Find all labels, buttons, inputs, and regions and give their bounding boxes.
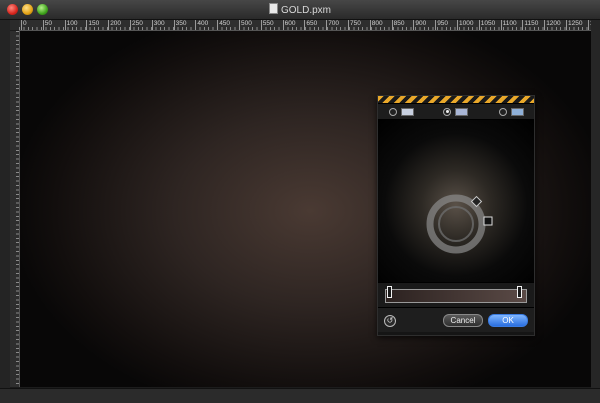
gradient-bar-area [378, 282, 534, 307]
ruler-label: 600 [282, 20, 295, 30]
ruler-label: 400 [195, 20, 208, 30]
ruler-label: 700 [326, 20, 339, 30]
ok-button[interactable]: OK [488, 314, 528, 327]
panel-footer: ↺ Cancel OK [378, 307, 534, 332]
ruler-label: 450 [217, 20, 230, 30]
gradient-stop-right[interactable] [517, 286, 522, 298]
window-title-wrap: GOLD.pxm [0, 3, 600, 17]
ruler-label: 1150 [522, 20, 538, 30]
gradient-mode-2[interactable] [443, 107, 468, 116]
mode-1-radio[interactable] [389, 107, 397, 116]
ruler-label: 1250 [566, 20, 582, 30]
ruler-label: 500 [239, 20, 252, 30]
ruler-label: 350 [173, 20, 186, 30]
ruler-label: 50 [42, 20, 52, 30]
bottom-status-bar [0, 388, 600, 403]
ruler-label: 200 [108, 20, 121, 30]
ruler-label: 250 [130, 20, 143, 30]
ruler-label: 0 [21, 20, 27, 30]
vertical-ruler [10, 31, 20, 387]
ruler-label: 750 [348, 20, 361, 30]
ruler-label: 850 [391, 20, 404, 30]
ruler-label: 950 [435, 20, 448, 30]
ruler-label: 1000 [457, 20, 473, 30]
gradient-editor-panel: ↺ Cancel OK [377, 95, 535, 336]
ruler-corner [10, 20, 19, 30]
cancel-button[interactable]: Cancel [443, 314, 483, 327]
mode-1-swatch [401, 107, 414, 116]
panel-drag-handle[interactable] [378, 96, 534, 104]
gradient-mode-selector [378, 104, 534, 120]
ruler-label: 100 [64, 20, 77, 30]
mode-3-swatch [511, 107, 524, 116]
ruler-label: 150 [86, 20, 99, 30]
horizontal-ruler: 0 50 100 150 200 250 300 350 400 450 500 550 600 650 7… [19, 20, 591, 31]
left-tool-strip [0, 20, 10, 388]
gradient-preview[interactable] [378, 120, 534, 282]
ruler-label: 800 [369, 20, 383, 30]
ruler-label: 650 [304, 20, 317, 30]
ruler-label: 1050 [478, 20, 495, 30]
right-scroll-strip[interactable] [591, 20, 600, 388]
radial-gradient-handle-graphic [426, 194, 493, 254]
ruler-label: 300 [151, 20, 165, 30]
gradient-bar[interactable] [385, 289, 527, 303]
ruler-label: 900 [413, 20, 426, 30]
gradient-stop-left[interactable] [387, 286, 392, 298]
rotate-left-icon[interactable]: ↺ [384, 315, 396, 327]
gradient-ring-inner [438, 206, 474, 242]
window-title: GOLD.pxm [280, 5, 331, 16]
gradient-mode-3[interactable] [499, 107, 524, 116]
document-icon [268, 3, 278, 14]
title-bar: GOLD.pxm [0, 0, 600, 20]
mode-3-radio[interactable] [499, 107, 507, 116]
gradient-ring-outer [426, 194, 486, 254]
mode-2-swatch [455, 107, 468, 116]
ruler-label: 1100 [500, 20, 517, 30]
mode-2-radio[interactable] [443, 107, 451, 116]
ruler-label: 550 [260, 20, 274, 30]
ruler-label: 1200 [544, 20, 561, 30]
gradient-mode-1[interactable] [389, 107, 414, 116]
gradient-radius-handle[interactable] [483, 216, 493, 226]
